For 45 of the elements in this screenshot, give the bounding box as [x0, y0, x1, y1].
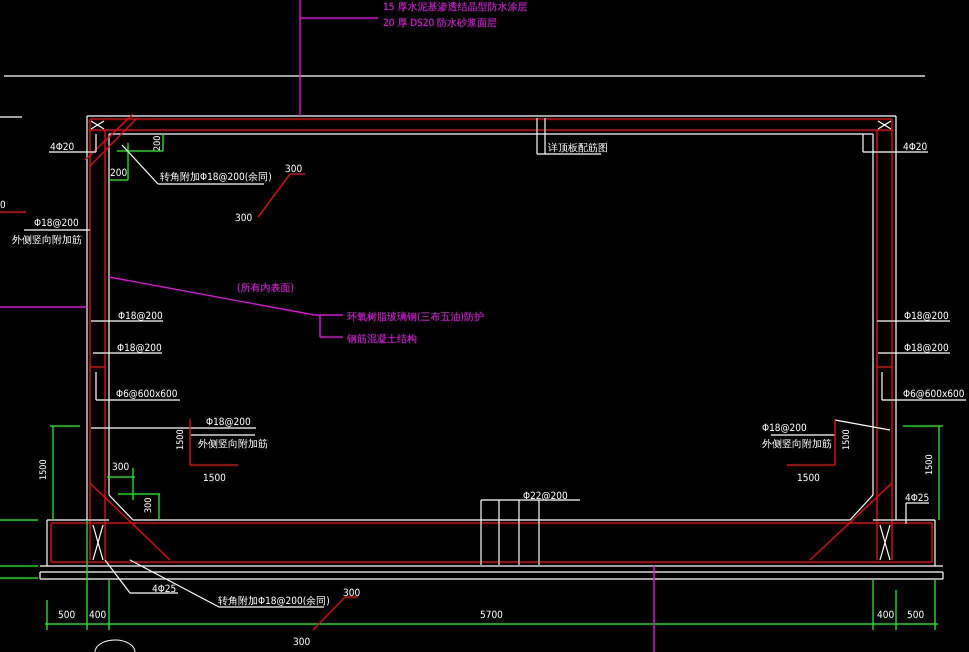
annotation-text: 外侧竖向附加筋	[198, 439, 268, 450]
annotation-text: 4Φ25	[905, 493, 930, 504]
note-text: 环氧树脂玻璃钢(三布五油)防护	[347, 312, 484, 323]
dimension-text: 1500	[176, 429, 186, 450]
annotation-text: 转角附加Φ18@200(余同)	[160, 172, 272, 183]
annotation-text: Φ18@200	[904, 343, 949, 354]
annotation-text: Φ18@200	[34, 218, 79, 229]
annotation-text: 300	[285, 164, 302, 175]
note-text: 20 厚 DS20 防水砂浆面层	[383, 18, 498, 29]
annotation-text: 400	[877, 610, 894, 621]
annotation-text: Φ6@600x600	[116, 389, 178, 400]
note-text: 15 厚水泥基渗透结晶型防水涂层	[383, 2, 528, 13]
annotation-text: 300	[343, 588, 360, 599]
annotation-text: Φ22@200	[523, 491, 568, 502]
annotation-text: 4Φ20	[50, 142, 74, 153]
annotation-text: 200	[110, 168, 128, 179]
annotation-text: 详顶板配筋图	[548, 143, 608, 154]
note-text: (所有内表面)	[237, 283, 294, 294]
annotation-text: 转角附加Φ18@200(余同)	[218, 596, 330, 607]
annotation-text: 1500	[203, 473, 226, 484]
annotation-text: Φ18@200	[118, 311, 163, 322]
dimension-text: 300	[144, 498, 154, 513]
annotation-text: Φ18@200	[117, 343, 162, 354]
annotation-text: Φ18@200	[206, 417, 251, 428]
dimension-text: 1500	[842, 429, 852, 450]
annotation-text: 外侧竖向附加筋	[12, 235, 82, 246]
annotation-text: 300	[293, 637, 310, 648]
annotation-text: 外侧竖向附加筋	[762, 439, 832, 450]
annotation-text: Φ6@600x600	[903, 389, 964, 400]
annotation-text: 1500	[797, 473, 820, 484]
annotation-text: Φ18@200	[762, 423, 807, 434]
annotation-text: Φ18@200	[904, 311, 949, 322]
dimension-text: 1500	[39, 459, 49, 480]
annotation-text: 500	[58, 610, 76, 621]
annotation-text: 300	[112, 462, 130, 473]
annotation-text: 500	[907, 610, 924, 621]
dimension-text: 1500	[925, 454, 935, 475]
dimension-text: 200	[153, 136, 163, 151]
annotation-text: 300	[235, 213, 252, 224]
note-text: 钢筋混凝土结构	[347, 334, 417, 345]
annotation-text: 4Φ25	[152, 584, 176, 595]
annotation-text: 0	[0, 200, 6, 211]
annotation-text: 5700	[480, 610, 503, 621]
annotation-text: 4Φ20	[903, 142, 928, 153]
annotation-text: 400	[89, 610, 106, 621]
